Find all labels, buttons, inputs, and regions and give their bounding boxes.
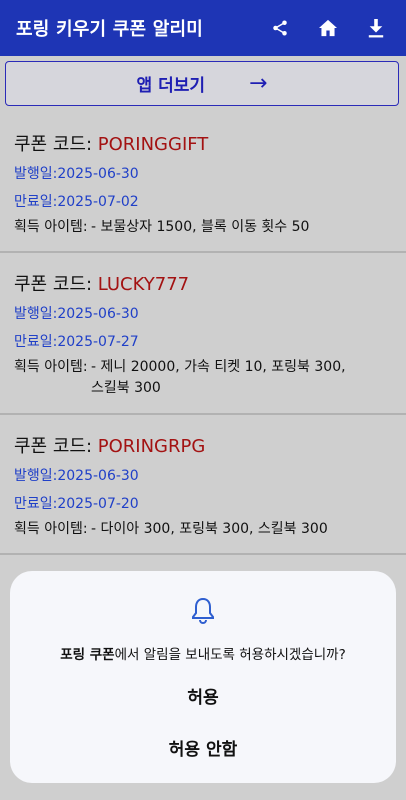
coupon-items-value: - 다이아 300, 포링북 300, 스킬북 300 [91, 521, 328, 537]
dialog-message-text: 에서 알림을 보내도록 허용하시겠습니까? [114, 647, 346, 663]
coupon-items: 획득 아이템: - 보물상자 1500, 블록 이동 횟수 50 [14, 217, 391, 238]
allow-button[interactable]: 허용 [10, 683, 396, 708]
coupon-code-line: 쿠폰 코드: PORINGRPG [14, 432, 205, 458]
coupon-expiry-date: 만료일:2025-07-02 [14, 194, 139, 210]
coupon-items-value: - 보물상자 1500, 블록 이동 횟수 50 [91, 219, 310, 235]
coupon-issued-date: 발행일:2025-06-30 [14, 306, 139, 322]
notification-permission-dialog: 포링 쿠폰에서 알림을 보내도록 허용하시겠습니까? 허용 허용 안함 [10, 571, 396, 783]
app-bar: 포링 키우기 쿠폰 알리미 [0, 0, 406, 56]
coupon-items-label: 획득 아이템: [14, 521, 88, 537]
coupon-card[interactable]: 쿠폰 코드: PORINGRPG 발행일:2025-06-30 만료일:2025… [0, 422, 406, 554]
coupon-code: LUCKY777 [97, 274, 190, 295]
coupon-code: PORINGGIFT [97, 134, 209, 155]
coupon-issued-date: 발행일:2025-06-30 [14, 166, 139, 182]
divider [0, 553, 406, 555]
coupon-expiry-date: 만료일:2025-07-20 [14, 496, 139, 512]
app-title: 포링 키우기 쿠폰 알리미 [16, 19, 203, 40]
deny-button[interactable]: 허용 안함 [10, 735, 396, 760]
bell-icon [190, 597, 216, 629]
coupon-code-label: 쿠폰 코드: [14, 274, 98, 295]
arrow-right-icon: → [249, 71, 268, 96]
share-icon[interactable] [256, 0, 304, 56]
coupon-card[interactable]: 쿠폰 코드: PORINGGIFT 발행일:2025-06-30 만료일:202… [0, 120, 406, 252]
more-apps-button[interactable]: 앱 더보기 → [5, 61, 399, 106]
coupon-items-label: 획득 아이템: [14, 219, 88, 235]
coupon-items: 획득 아이템: - 제니 20000, 가속 티켓 10, 포링북 300, 스… [14, 357, 361, 399]
coupon-code-line: 쿠폰 코드: PORINGGIFT [14, 130, 208, 156]
coupon-issued-date: 발행일:2025-06-30 [14, 468, 139, 484]
dialog-message: 포링 쿠폰에서 알림을 보내도록 허용하시겠습니까? [10, 643, 396, 663]
coupon-card[interactable]: 쿠폰 코드: LUCKY777 발행일:2025-06-30 만료일:2025-… [0, 260, 406, 414]
divider [0, 251, 406, 253]
more-apps-label: 앱 더보기 [136, 76, 206, 96]
coupon-code: PORINGRPG [97, 436, 206, 457]
coupon-code-label: 쿠폰 코드: [14, 436, 98, 457]
home-icon[interactable] [304, 0, 352, 56]
coupon-items-label: 획득 아이템: [14, 359, 88, 375]
download-icon[interactable] [352, 0, 400, 56]
coupon-items: 획득 아이템: - 다이아 300, 포링북 300, 스킬북 300 [14, 519, 391, 540]
divider [0, 413, 406, 415]
coupon-code-label: 쿠폰 코드: [14, 134, 98, 155]
coupon-expiry-date: 만료일:2025-07-27 [14, 334, 139, 350]
coupon-items-value: - 제니 20000, 가속 티켓 10, 포링북 300, 스킬북 300 [91, 359, 346, 396]
coupon-code-line: 쿠폰 코드: LUCKY777 [14, 270, 189, 296]
dialog-app-name: 포링 쿠폰 [60, 647, 115, 663]
